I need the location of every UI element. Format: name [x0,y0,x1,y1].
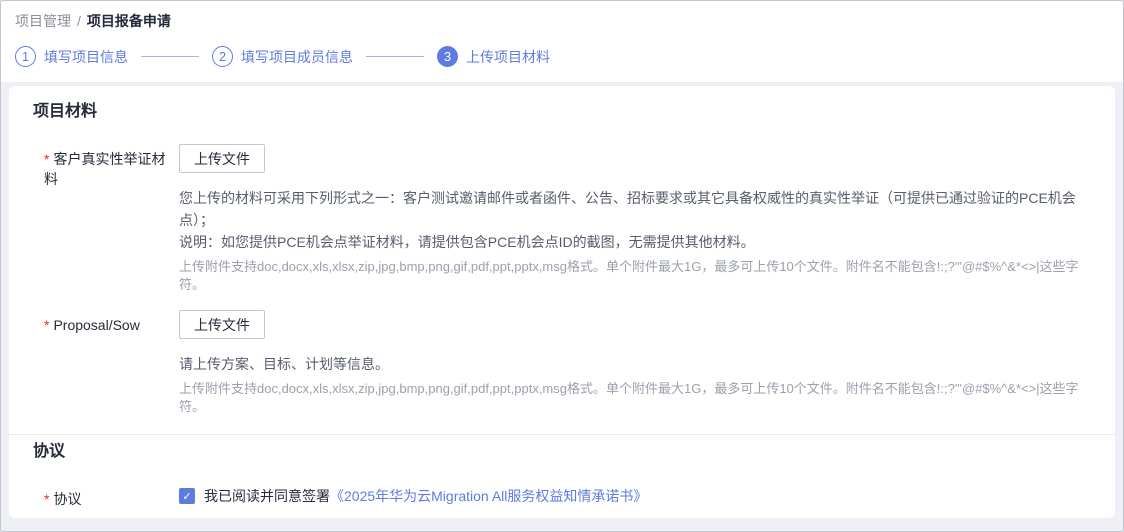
step-2-label: 填写项目成员信息 [241,48,353,65]
field-label-agreement: * 协议 [33,484,179,509]
field-content-customer-evidence: 上传文件 您上传的材料可采用下列形式之一：客户测试邀请邮件或者函件、公告、招标要… [179,144,1091,294]
step-2-number: 2 [212,46,233,67]
field-label-text: Proposal/Sow [53,317,140,333]
upload-file-button-evidence[interactable]: 上传文件 [179,144,265,173]
evidence-description: 您上传的材料可采用下列形式之一：客户测试邀请邮件或者函件、公告、招标要求或其它具… [179,187,1091,253]
field-proposal-sow: * Proposal/Sow 上传文件 请上传方案、目标、计划等信息。 上传附件支… [33,310,1091,416]
step-connector [366,56,424,57]
agreement-checkbox[interactable]: ✓ [179,488,195,504]
section-divider [9,434,1115,435]
breadcrumb-item-current: 项目报备申请 [86,13,171,29]
step-1-fill-project-info[interactable]: 1 填写项目信息 [15,46,128,67]
step-2-fill-member-info[interactable]: 2 填写项目成员信息 [212,46,353,67]
page-header: 项目管理 / 项目报备申请 1 填写项目信息 2 填写项目成员信息 3 上传项目材料 [1,1,1123,82]
field-label-proposal-sow: * Proposal/Sow [33,310,179,335]
agreement-link[interactable]: 《2025年华为云Migration All服务权益知情承诺书》 [330,488,647,504]
field-customer-evidence: * 客户真实性举证材料 上传文件 您上传的材料可采用下列形式之一：客户测试邀请邮件… [33,144,1091,294]
section-title-materials: 项目材料 [33,103,98,120]
evidence-description-line-2: 说明：如您提供PCE机会点举证材料，请提供包含PCE机会点ID的截图，无需提供其… [179,234,755,250]
upload-file-button-proposal[interactable]: 上传文件 [179,310,265,339]
step-1-label: 填写项目信息 [44,48,128,65]
evidence-description-line-1: 您上传的材料可采用下列形式之一：客户测试邀请邮件或者函件、公告、招标要求或其它具… [179,190,1076,228]
evidence-format-hint: 上传附件支持doc,docx,xls,xlsx,zip,jpg,bmp,png,… [179,259,1079,292]
section-title-agreement: 协议 [33,443,66,460]
form-card: 项目材料 * 客户真实性举证材料 上传文件 您上传的材料可采用下列形式之一：客户测… [9,86,1115,518]
step-3-upload-materials[interactable]: 3 上传项目材料 [437,46,550,67]
project-filing-page: 项目管理 / 项目报备申请 1 填写项目信息 2 填写项目成员信息 3 上传项目材料… [0,0,1124,532]
breadcrumb-separator: / [77,13,81,29]
step-1-number: 1 [15,46,36,67]
field-label-text: 客户真实性举证材料 [44,151,166,187]
proposal-description: 请上传方案、目标、计划等信息。 [179,356,389,372]
step-connector [141,56,199,57]
step-3-number: 3 [437,46,458,67]
required-marker: * [44,151,50,167]
agreement-line: ✓ 我已阅读并同意签署《2025年华为云Migration All服务权益知情承… [179,484,1091,506]
field-label-customer-evidence: * 客户真实性举证材料 [33,144,179,189]
breadcrumb-item-project-management[interactable]: 项目管理 [15,13,71,29]
field-label-text: 协议 [53,491,82,507]
step-3-label: 上传项目材料 [466,48,550,65]
field-content-agreement: ✓ 我已阅读并同意签署《2025年华为云Migration All服务权益知情承… [179,484,1091,518]
agreement-statement: 我已阅读并同意签署《2025年华为云Migration All服务权益知情承诺书… [204,488,648,504]
breadcrumb: 项目管理 / 项目报备申请 [15,11,1107,31]
proposal-format-hint: 上传附件支持doc,docx,xls,xlsx,zip,jpg,bmp,png,… [179,381,1079,414]
field-agreement: * 协议 ✓ 我已阅读并同意签署《2025年华为云Migration All服务权… [33,484,1091,518]
required-marker: * [44,491,50,507]
required-marker: * [44,317,50,333]
field-content-proposal-sow: 上传文件 请上传方案、目标、计划等信息。 上传附件支持doc,docx,xls,… [179,310,1091,416]
step-indicator: 1 填写项目信息 2 填写项目成员信息 3 上传项目材料 [15,46,1107,67]
